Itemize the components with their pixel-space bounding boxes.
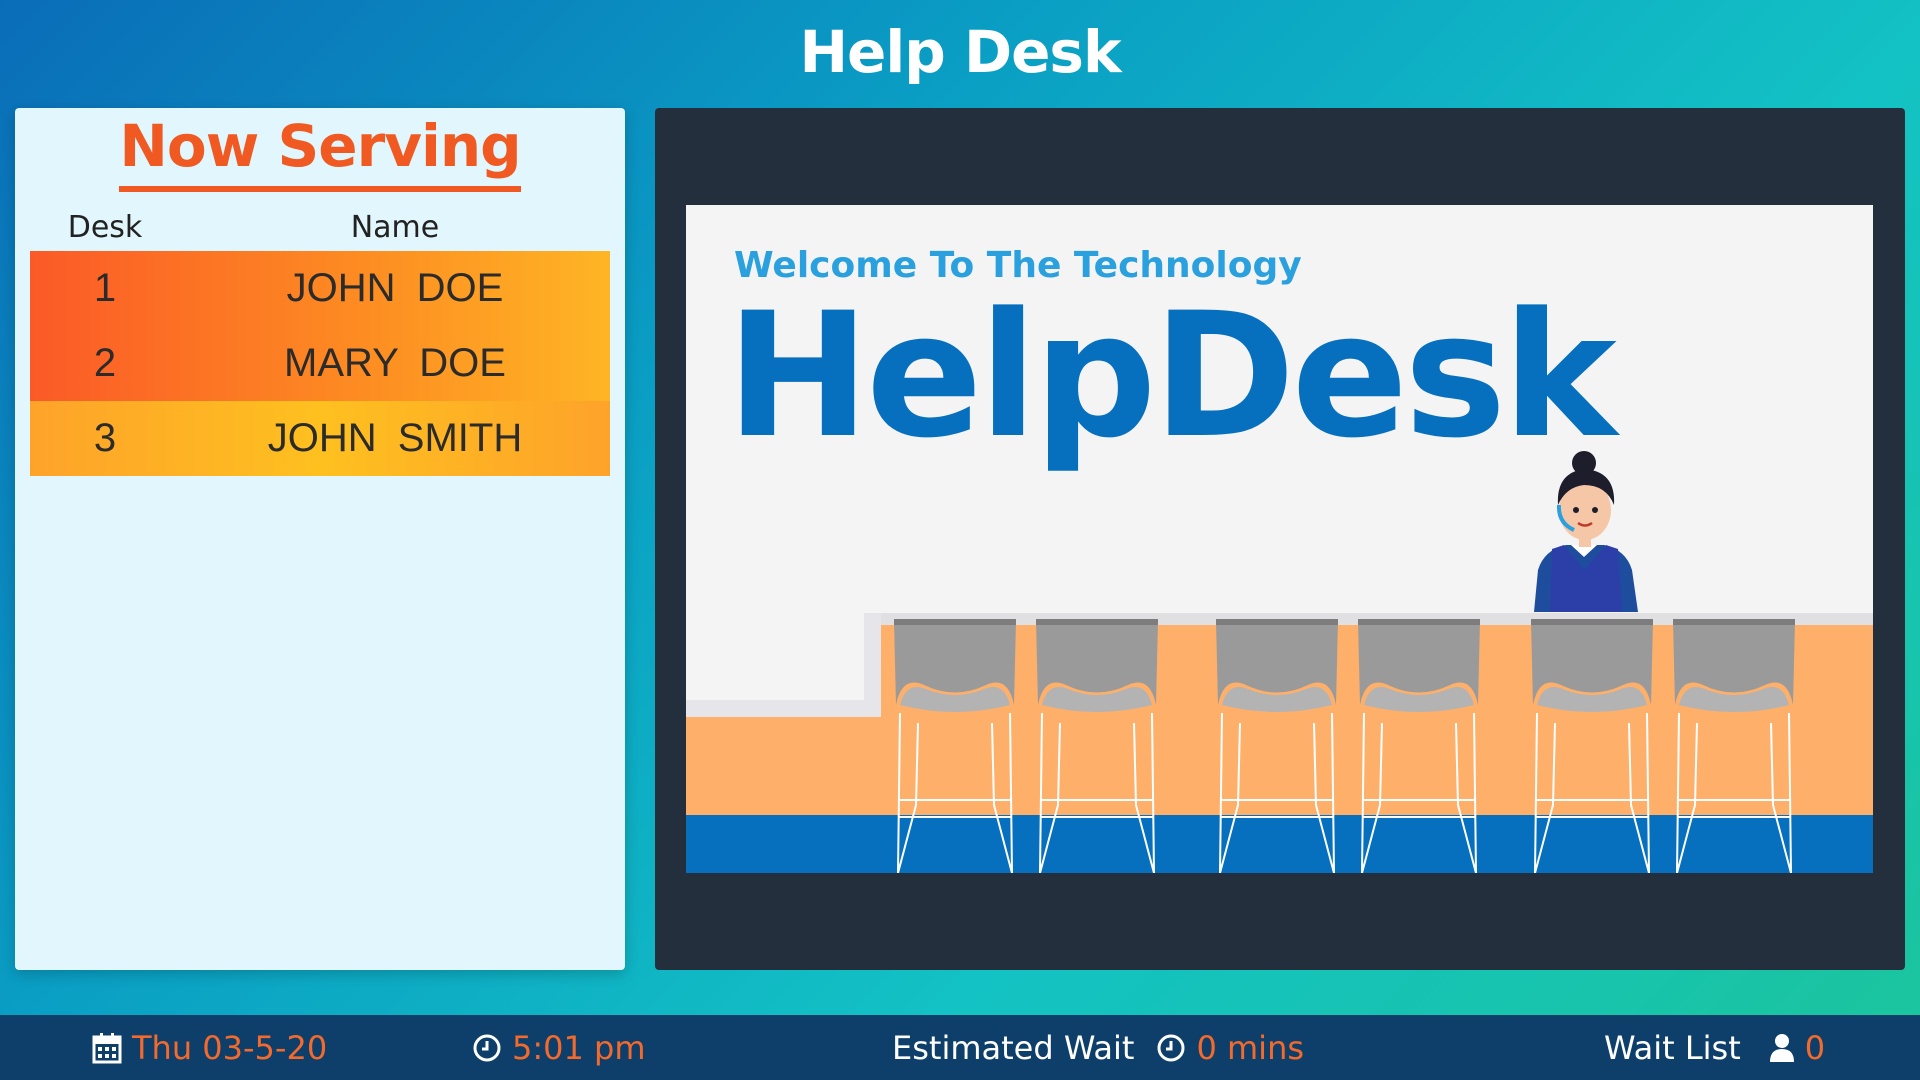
- desk-number: 1: [93, 266, 117, 310]
- calendar-icon: [92, 1032, 122, 1064]
- time-value: 5:01 pm: [512, 1028, 646, 1067]
- date-display: Thu 03-5-20: [92, 1015, 327, 1080]
- estimated-wait: Estimated Wait 0 mins: [892, 1015, 1304, 1080]
- media-player[interactable]: Welcome To The Technology HelpDesk: [655, 108, 1905, 970]
- now-serving-title: Now Serving: [119, 112, 522, 192]
- desk-number: 2: [93, 341, 117, 385]
- desk-column-header: Desk: [67, 210, 143, 245]
- clock-icon: [472, 1033, 502, 1063]
- serving-table-header: Desk Name: [15, 210, 625, 245]
- partition: [686, 613, 881, 717]
- wait-list-label: Wait List: [1604, 1028, 1741, 1067]
- brand-title: HelpDesk: [726, 275, 1617, 476]
- name-column-header: Name: [350, 210, 440, 245]
- customer-name: JOHN SMITH: [267, 416, 523, 460]
- wait-list: Wait List 0: [1604, 1015, 1825, 1080]
- customer-name: JOHN DOE: [286, 266, 504, 310]
- media-slide: Welcome To The Technology HelpDesk: [686, 205, 1873, 873]
- table-row: 3 JOHN SMITH: [30, 401, 610, 476]
- page-title: Help Desk: [799, 18, 1121, 86]
- estimated-wait-value: 0 mins: [1196, 1028, 1305, 1067]
- clock-icon: [1156, 1033, 1186, 1063]
- time-display: 5:01 pm: [472, 1015, 646, 1080]
- floor: [686, 815, 1873, 873]
- table-row: 2 MARY DOE: [30, 326, 610, 401]
- table-row: 1 JOHN DOE: [30, 251, 610, 326]
- serving-table: 1 JOHN DOE 2 MARY DOE 3 JOHN SMITH: [30, 251, 610, 476]
- user-icon: [1769, 1033, 1795, 1063]
- desk-number: 3: [93, 416, 117, 460]
- customer-name: MARY DOE: [284, 341, 506, 385]
- estimated-wait-label: Estimated Wait: [892, 1028, 1135, 1067]
- date-value: Thu 03-5-20: [132, 1028, 328, 1067]
- status-bar: Thu 03-5-20 5:01 pm Estimated Wait 0 min…: [0, 1015, 1920, 1080]
- counter-side: [686, 717, 881, 815]
- wait-list-value: 0: [1804, 1028, 1826, 1067]
- now-serving-panel: Now Serving Desk Name 1 JOHN DOE 2 MARY …: [15, 108, 625, 970]
